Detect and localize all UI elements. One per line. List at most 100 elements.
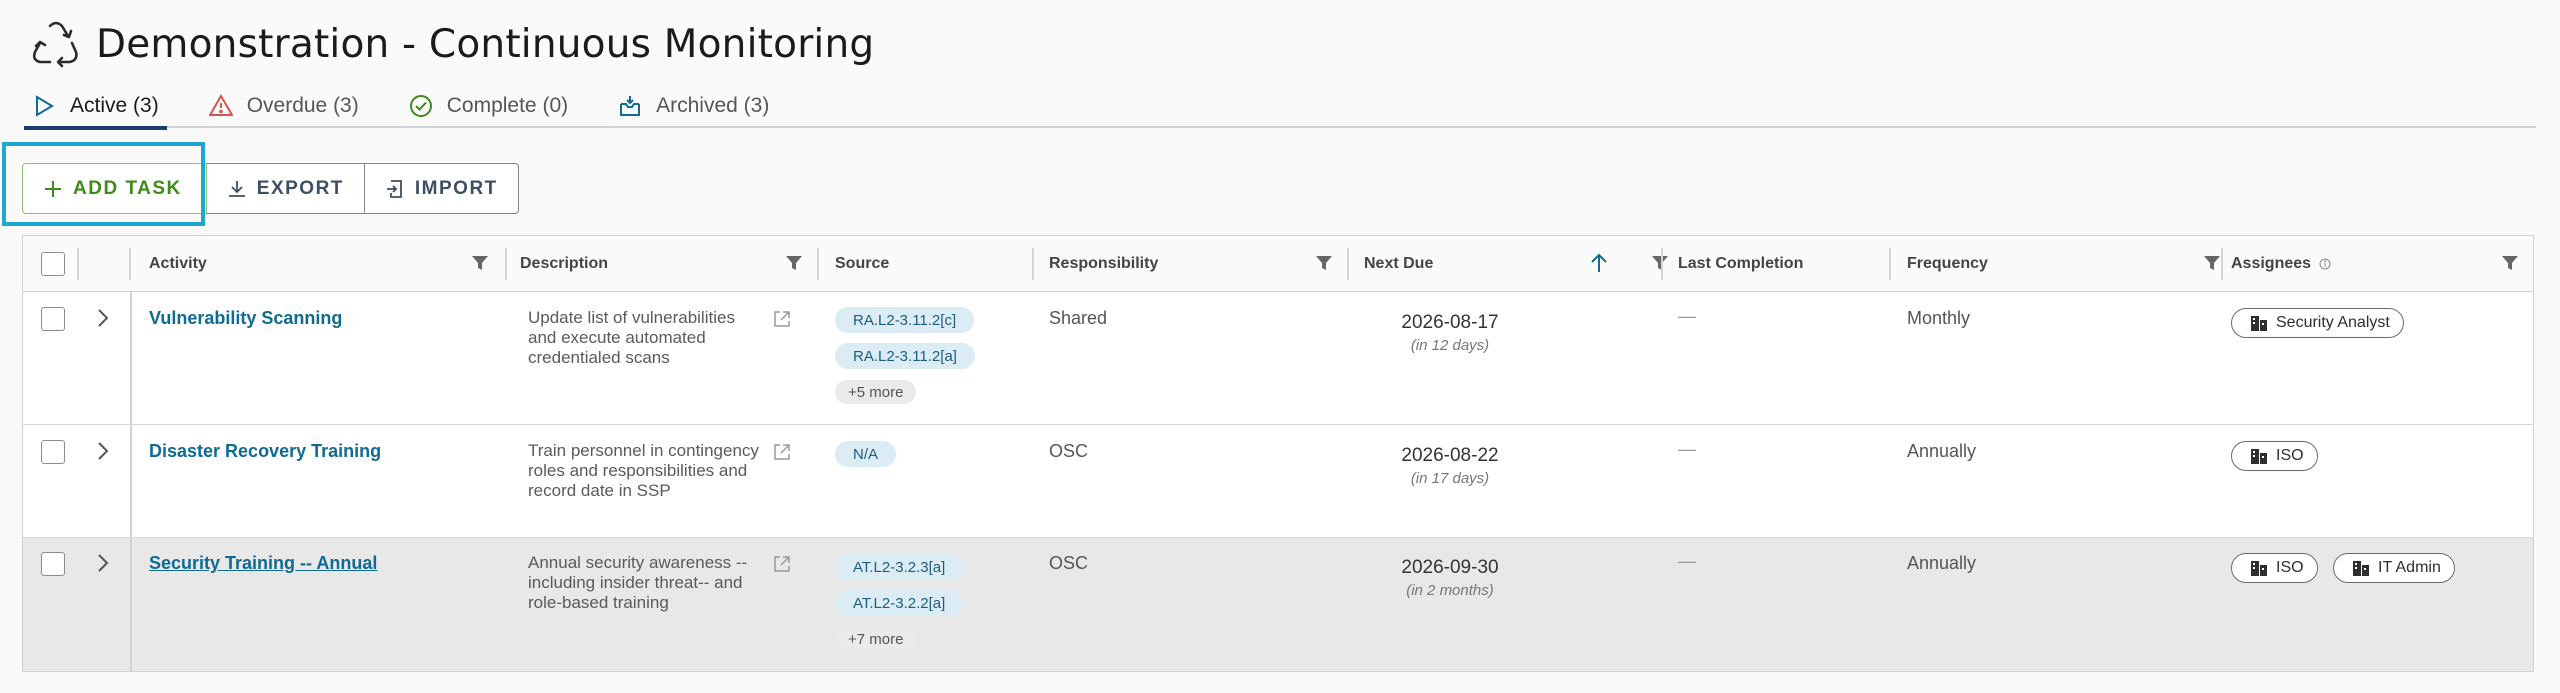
tab-archived[interactable]: Archived (3) <box>610 84 777 128</box>
filter-icon[interactable] <box>2501 254 2519 272</box>
table-row[interactable]: Vulnerability Scanning Update list of vu… <box>23 292 2533 425</box>
more-sources-tag[interactable]: +5 more <box>835 380 917 404</box>
building-icon <box>2251 561 2267 576</box>
column-divider <box>77 248 79 280</box>
column-divider <box>505 248 507 280</box>
page-title: Demonstration - Continuous Monitoring <box>96 21 875 67</box>
last-completion-text: — <box>1678 306 1696 326</box>
plus-icon <box>45 180 61 197</box>
add-task-label: ADD TASK <box>73 177 182 199</box>
source-tag: AT.L2-3.2.2[a] <box>835 590 964 616</box>
chevron-right-icon[interactable] <box>96 441 110 461</box>
column-divider <box>1347 248 1349 280</box>
responsibility-text: OSC <box>1049 441 1089 461</box>
activity-link[interactable]: Security Training -- Annual <box>149 553 377 574</box>
export-button[interactable]: EXPORT <box>206 163 365 214</box>
activity-link[interactable]: Disaster Recovery Training <box>149 441 381 462</box>
assignees-header-label: Assignees <box>2231 255 2312 272</box>
assignee-chip[interactable]: ISO <box>2231 553 2318 583</box>
building-icon <box>2251 316 2267 331</box>
responsibility-text: OSC <box>1049 553 1089 573</box>
column-header-frequency[interactable]: Frequency <box>1907 236 1988 292</box>
column-divider <box>1032 248 1034 280</box>
sort-ascending-icon[interactable] <box>1589 252 1609 274</box>
tab-label: Overdue (3) <box>246 94 359 117</box>
column-divider <box>2221 248 2223 280</box>
building-icon <box>2353 561 2369 576</box>
assignee-chip[interactable]: IT Admin <box>2333 553 2455 583</box>
building-icon <box>2251 449 2267 464</box>
check-circle-icon <box>409 95 432 117</box>
export-label: EXPORT <box>256 177 344 199</box>
filter-icon[interactable] <box>785 254 803 272</box>
column-header-activity[interactable]: Activity <box>149 236 207 292</box>
add-task-button[interactable]: ADD TASK <box>22 163 207 214</box>
assignee-chip[interactable]: Security Analyst <box>2231 308 2404 338</box>
column-header-last-completion[interactable]: Last Completion <box>1678 236 1803 292</box>
row-divider <box>130 292 132 424</box>
source-tag: N/A <box>835 441 897 467</box>
description-text: Update list of vulnerabilities and execu… <box>528 308 735 367</box>
filter-icon[interactable] <box>1651 254 1669 272</box>
activity-link[interactable]: Vulnerability Scanning <box>149 308 342 329</box>
assignee-name: Security Analyst <box>2276 314 2390 331</box>
select-all-checkbox[interactable] <box>41 252 65 276</box>
last-completion-text: — <box>1678 439 1696 459</box>
status-tabs: Active (3) Overdue (3) Complete (0) Arch… <box>24 84 2536 130</box>
table-row[interactable]: Disaster Recovery Training Train personn… <box>23 425 2533 538</box>
column-header-responsibility[interactable]: Responsibility <box>1049 236 1158 292</box>
info-icon[interactable] <box>2319 258 2331 270</box>
filter-icon[interactable] <box>471 254 489 272</box>
import-file-icon <box>386 179 402 198</box>
description-text: Annual security awareness --including in… <box>528 553 748 612</box>
import-button[interactable]: IMPORT <box>363 163 519 214</box>
more-sources-tag[interactable]: +7 more <box>835 627 917 651</box>
frequency-text: Annually <box>1907 441 1977 461</box>
column-header-assignees[interactable]: Assignees <box>2231 236 2331 292</box>
warning-triangle-icon <box>208 94 233 116</box>
external-link-icon[interactable] <box>772 554 792 574</box>
table-row[interactable]: Security Training -- Annual Annual secur… <box>23 538 2533 671</box>
tasks-grid: Activity Description Source Responsibili… <box>22 235 2534 672</box>
download-icon <box>228 180 245 197</box>
assignee-chip[interactable]: ISO <box>2231 441 2318 471</box>
filter-icon[interactable] <box>2203 254 2221 272</box>
responsibility-text: Shared <box>1049 308 1108 328</box>
due-relative: (in 17 days) <box>1410 470 1490 487</box>
tab-overdue[interactable]: Overdue (3) <box>201 84 367 128</box>
source-tag: AT.L2-3.2.3[a] <box>835 554 964 580</box>
row-checkbox[interactable] <box>41 307 65 331</box>
column-divider <box>1889 248 1891 280</box>
tab-label: Active (3) <box>70 94 159 117</box>
filter-icon[interactable] <box>1315 254 1333 272</box>
due-date: 2026-08-22 <box>1401 445 1499 466</box>
import-label: IMPORT <box>414 177 498 199</box>
assignee-name: ISO <box>2276 559 2304 576</box>
column-divider <box>1661 248 1663 280</box>
frequency-text: Annually <box>1907 553 1977 573</box>
tab-complete[interactable]: Complete (0) <box>401 84 576 128</box>
tab-label: Archived (3) <box>656 94 770 117</box>
next-due-cell: 2026-09-30 (in 2 months) <box>1380 557 1520 599</box>
assignee-name: IT Admin <box>2378 559 2441 576</box>
column-divider <box>817 248 819 280</box>
due-relative: (in 12 days) <box>1410 337 1490 354</box>
assignee-name: ISO <box>2276 447 2304 464</box>
column-header-next-due[interactable]: Next Due <box>1364 236 1433 292</box>
source-tag: RA.L2-3.11.2[c] <box>835 307 975 333</box>
chevron-right-icon[interactable] <box>96 553 110 573</box>
tab-active[interactable]: Active (3) <box>24 84 167 130</box>
external-link-icon[interactable] <box>772 309 792 329</box>
last-completion-text: — <box>1678 551 1696 571</box>
row-checkbox[interactable] <box>41 552 65 576</box>
recycle-cycle-icon <box>32 21 78 68</box>
action-toolbar: ADD TASK EXPORT IMPORT <box>22 163 519 214</box>
row-checkbox[interactable] <box>41 440 65 464</box>
frequency-text: Monthly <box>1907 308 1971 328</box>
archive-box-icon <box>620 96 641 116</box>
column-header-description[interactable]: Description <box>520 236 608 292</box>
chevron-right-icon[interactable] <box>96 308 110 328</box>
external-link-icon[interactable] <box>772 442 792 462</box>
column-header-source[interactable]: Source <box>835 236 889 292</box>
next-due-cell: 2026-08-17 (in 12 days) <box>1380 312 1520 354</box>
